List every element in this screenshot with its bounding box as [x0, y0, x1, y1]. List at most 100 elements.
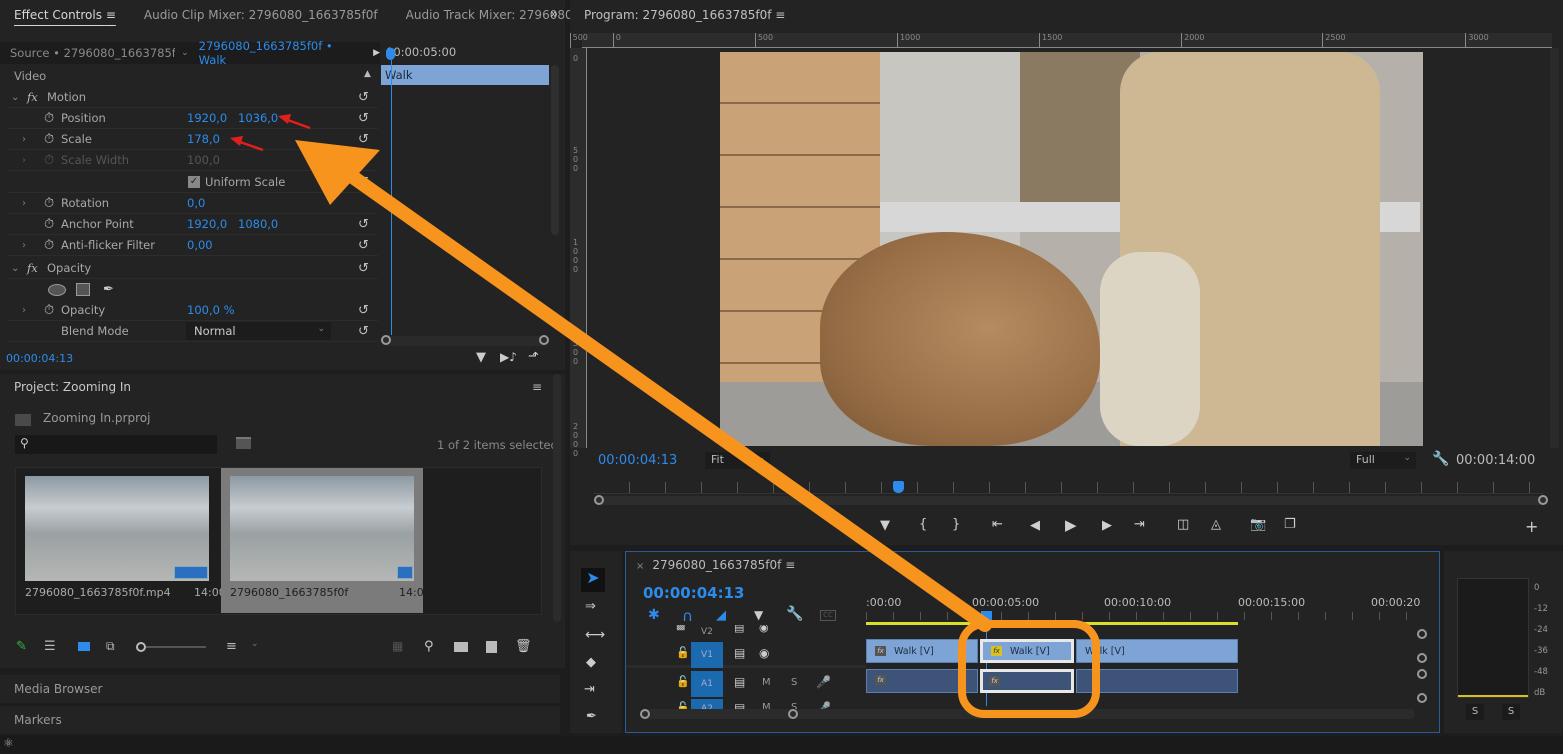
- chevron-right-icon[interactable]: ›: [22, 240, 26, 251]
- reset-icon[interactable]: ↺: [358, 132, 369, 147]
- project-title[interactable]: Project: Zooming In: [14, 380, 131, 394]
- extract-icon[interactable]: ◬: [1211, 517, 1221, 532]
- blend-mode-select[interactable]: Normal ⌄: [186, 322, 331, 340]
- add-marker-icon[interactable]: ▼: [880, 518, 890, 533]
- stopwatch-icon[interactable]: ⏱: [44, 132, 54, 147]
- panel-menu-icon[interactable]: ≡: [532, 380, 542, 394]
- program-current-time[interactable]: 00:00:04:13: [598, 453, 677, 468]
- reset-icon[interactable]: ↺: [358, 324, 369, 339]
- find-icon[interactable]: ⚲: [424, 639, 434, 654]
- play-audio-icon[interactable]: ▶♪: [500, 350, 517, 364]
- motion-effect-row[interactable]: ⌄ fx Motion ↺: [8, 87, 378, 108]
- audio-clip[interactable]: [1076, 669, 1238, 693]
- sequence-tab[interactable]: × 2796080_1663785f0f ≡: [636, 558, 795, 572]
- video-clip-selected[interactable]: fx Walk [V]: [980, 639, 1074, 663]
- sync-lock-icon[interactable]: ▤: [734, 675, 745, 689]
- ec-zoom-scrollbar[interactable]: [381, 335, 549, 346]
- linked-selection-icon[interactable]: ◢: [716, 608, 726, 623]
- list-view-icon[interactable]: ☰: [44, 639, 56, 654]
- chevron-right-icon[interactable]: ›: [22, 198, 26, 209]
- monitor-scrollbar[interactable]: [1550, 48, 1559, 448]
- ec-current-time[interactable]: 00:00:04:13: [6, 352, 73, 365]
- panel-menu-icon[interactable]: ≡: [106, 8, 116, 22]
- position-y-value[interactable]: 1036,0: [238, 111, 278, 125]
- overflow-tabs-icon[interactable]: »: [550, 7, 558, 22]
- slip-tool-icon[interactable]: ⇥: [584, 682, 595, 697]
- step-forward-icon[interactable]: ▶: [1102, 518, 1112, 533]
- lock-icon[interactable]: 🔓: [676, 646, 690, 659]
- timeline-ruler[interactable]: :00:00 00:00:05:00 00:00:10:00 00:00:15:…: [866, 590, 1436, 625]
- project-item-selected[interactable]: 2796080_1663785f0f 14:00: [221, 468, 431, 613]
- zoom-level-select[interactable]: Fit ⌄: [705, 452, 770, 469]
- reset-icon[interactable]: ↺: [358, 303, 369, 318]
- scroll-up-icon[interactable]: ▲: [364, 69, 371, 79]
- video-frame[interactable]: [720, 52, 1423, 446]
- reset-icon[interactable]: ↺: [358, 90, 369, 105]
- track-target-v1[interactable]: V1: [691, 642, 723, 668]
- track-target-a1[interactable]: A1: [691, 671, 723, 697]
- step-back-icon[interactable]: ◀: [1030, 518, 1040, 533]
- stopwatch-icon[interactable]: ⏱: [44, 238, 54, 253]
- timeline-settings-wrench-icon[interactable]: 🔧: [786, 606, 803, 622]
- stopwatch-icon[interactable]: ⏱: [44, 303, 54, 318]
- button-editor-plus-icon[interactable]: +: [1525, 517, 1538, 536]
- stopwatch-icon[interactable]: ⏱: [44, 196, 54, 211]
- ripple-edit-tool-icon[interactable]: ⟷: [585, 627, 605, 643]
- source-label[interactable]: Source • 2796080_1663785f0f...: [10, 46, 175, 60]
- reset-icon[interactable]: ↺: [358, 217, 369, 232]
- rectangle-mask-icon[interactable]: [76, 283, 90, 296]
- timeline-horizontal-scrollbar[interactable]: [640, 709, 1415, 719]
- markers-panel[interactable]: Markers: [0, 706, 560, 734]
- project-search-input[interactable]: ⚲: [15, 435, 217, 454]
- reset-icon[interactable]: ↺: [358, 261, 369, 276]
- timeline-playhead[interactable]: [981, 611, 992, 621]
- sequence-clip-label[interactable]: 2796080_1663785f0f • Walk: [199, 39, 361, 67]
- solo-right-button[interactable]: S: [1502, 704, 1520, 720]
- selection-tool-icon[interactable]: ➤: [581, 568, 605, 592]
- video-clip[interactable]: fx Walk [V]: [866, 639, 978, 663]
- media-browser-tab[interactable]: Media Browser: [14, 682, 102, 696]
- zoom-scrollbar[interactable]: [594, 495, 1548, 505]
- reset-icon[interactable]: ↺: [358, 111, 369, 126]
- stopwatch-icon[interactable]: ⏱: [44, 217, 54, 232]
- razor-tool-icon[interactable]: ◆: [586, 655, 596, 670]
- uniform-scale-checkbox[interactable]: ✓: [188, 176, 200, 188]
- anchor-y-value[interactable]: 1080,0: [238, 217, 278, 231]
- project-scrollbar[interactable]: [553, 374, 561, 622]
- automate-to-sequence-icon[interactable]: ▦: [392, 639, 403, 653]
- media-browser-panel[interactable]: Media Browser: [0, 675, 560, 703]
- track-select-tool-icon[interactable]: ⇒: [585, 599, 596, 614]
- position-x-value[interactable]: 1920,0: [187, 111, 227, 125]
- scale-value[interactable]: 178,0: [187, 132, 220, 146]
- wrench-settings-icon[interactable]: 🔧: [1432, 451, 1449, 467]
- project-item[interactable]: 2796080_1663785f0f.mp4 14:00: [17, 468, 226, 613]
- timeline-current-time[interactable]: 00:00:04:13: [643, 584, 745, 602]
- sync-lock-icon[interactable]: ▤: [734, 625, 744, 634]
- ec-playhead[interactable]: [386, 48, 395, 60]
- creative-cloud-icon[interactable]: ⚛: [3, 736, 14, 750]
- mark-in-icon[interactable]: {: [919, 517, 927, 532]
- go-to-in-icon[interactable]: ⇤: [992, 517, 1003, 532]
- ec-timeline-ruler[interactable]: 00:00:05:00: [381, 42, 551, 64]
- microphone-icon[interactable]: 🎤: [816, 675, 831, 689]
- pen-mask-icon[interactable]: ✒: [103, 282, 114, 297]
- reset-icon[interactable]: ↺: [358, 175, 369, 190]
- anti-flicker-value[interactable]: 0,00: [187, 238, 213, 252]
- captions-icon[interactable]: CC: [820, 610, 836, 621]
- sequence-thumbnail[interactable]: [230, 476, 414, 581]
- pencil-icon[interactable]: ✎: [16, 639, 27, 654]
- rotation-value[interactable]: 0,0: [187, 196, 205, 210]
- trash-icon[interactable]: 🗑: [515, 639, 532, 654]
- program-title[interactable]: Program: 2796080_1663785f0f ≡: [584, 8, 785, 22]
- chevron-down-icon[interactable]: ⌄: [11, 92, 19, 103]
- ellipse-mask-icon[interactable]: [48, 283, 66, 296]
- opacity-effect-row[interactable]: ⌄ fx Opacity ↺: [8, 258, 378, 279]
- new-bin-icon[interactable]: [454, 642, 468, 652]
- track-height-handle[interactable]: [1417, 669, 1427, 679]
- video-clip[interactable]: Walk [V]: [1076, 639, 1238, 663]
- eye-icon[interactable]: ◉: [759, 625, 769, 634]
- chevron-down-icon[interactable]: ⌄: [181, 48, 189, 58]
- lock-icon[interactable]: 🔓: [676, 675, 690, 688]
- chevron-down-icon[interactable]: ⌄: [251, 639, 259, 649]
- new-item-icon[interactable]: [486, 641, 497, 653]
